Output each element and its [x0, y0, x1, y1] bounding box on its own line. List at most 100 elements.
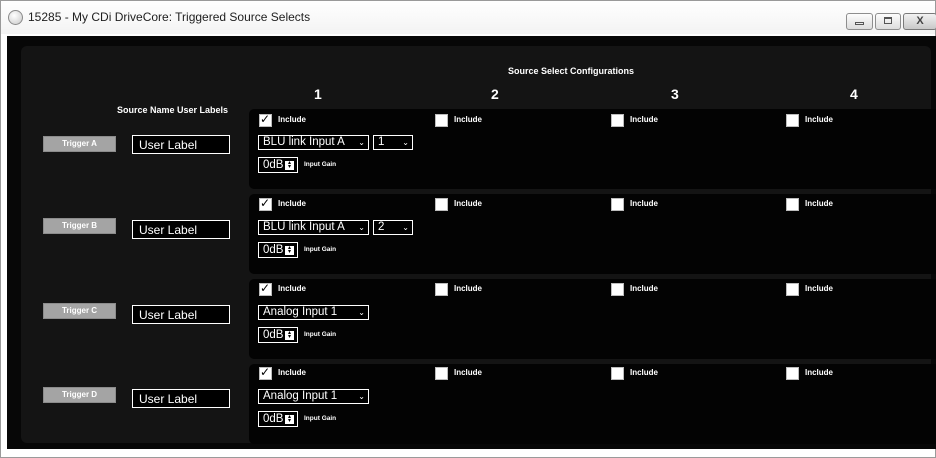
checkmark-icon: ✓ — [260, 365, 271, 379]
user-label-input-a[interactable] — [132, 135, 230, 154]
include-label: Include — [454, 115, 483, 124]
include-checkbox-b1[interactable]: ✓ Include — [259, 196, 307, 211]
checkbox-icon[interactable]: ✓ — [259, 365, 272, 380]
maximize-button[interactable] — [875, 13, 901, 30]
checkbox-icon[interactable]: ✓ — [259, 281, 272, 296]
source-value: BLU link Input A — [263, 221, 345, 233]
checkbox-icon[interactable] — [611, 114, 624, 127]
gain-stepper-a[interactable]: 0dB ▴ ▾ — [258, 157, 298, 173]
include-label: Include — [454, 368, 483, 377]
include-checkbox-a4[interactable]: Include — [786, 114, 833, 127]
checkbox-icon[interactable] — [435, 367, 448, 380]
include-checkbox-b3[interactable]: Include — [611, 198, 658, 211]
source-name-label: Source Name User Labels — [117, 105, 229, 115]
window-title: 15285 - My CDi DriveCore: Triggered Sour… — [28, 10, 311, 24]
include-label: Include — [630, 199, 659, 208]
source-dropdown-a[interactable]: BLU link Input A ⌄ — [258, 135, 369, 150]
gain-value: 0dB — [263, 159, 284, 171]
chevron-down-icon: ⌄ — [358, 138, 365, 147]
checkbox-icon[interactable] — [611, 198, 624, 211]
spinner-icon[interactable]: ▴ ▾ — [285, 160, 294, 170]
include-label: Include — [805, 199, 834, 208]
column-header-4: 4 — [850, 86, 858, 102]
checkbox-icon[interactable] — [786, 114, 799, 127]
source-value: BLU link Input A — [263, 136, 345, 148]
checkbox-icon[interactable] — [786, 367, 799, 380]
checkbox-icon[interactable] — [611, 367, 624, 380]
checkbox-icon[interactable]: ✓ — [259, 196, 272, 211]
user-label-input-c[interactable] — [132, 305, 230, 324]
app-window: 15285 - My CDi DriveCore: Triggered Sour… — [0, 0, 936, 458]
source-value: Analog Input 1 — [263, 390, 338, 402]
include-label: Include — [805, 284, 834, 293]
include-label: Include — [278, 284, 307, 293]
source-dropdown-b[interactable]: BLU link Input A ⌄ — [258, 220, 369, 235]
checkbox-icon[interactable] — [786, 283, 799, 296]
include-label: Include — [278, 199, 307, 208]
app-icon — [8, 10, 23, 25]
checkbox-icon[interactable] — [611, 283, 624, 296]
column-header-1: 1 — [314, 86, 322, 102]
source-value: Analog Input 1 — [263, 306, 338, 318]
spinner-icon[interactable]: ▴ ▾ — [285, 245, 294, 255]
include-checkbox-d2[interactable]: Include — [435, 367, 482, 380]
include-label: Include — [278, 368, 307, 377]
source-dropdown-d[interactable]: Analog Input 1 ⌄ — [258, 389, 369, 404]
trigger-c-button[interactable]: Trigger C — [43, 303, 116, 319]
checkmark-icon: ✓ — [260, 112, 271, 126]
gain-stepper-b[interactable]: 0dB ▴ ▾ — [258, 242, 298, 258]
checkbox-icon[interactable] — [435, 283, 448, 296]
include-checkbox-c1[interactable]: ✓ Include — [259, 281, 307, 296]
trigger-b-button[interactable]: Trigger B — [43, 218, 116, 234]
include-label: Include — [630, 368, 659, 377]
maximize-icon — [884, 17, 892, 24]
close-icon: X — [916, 15, 924, 27]
chevron-down-icon: ⌄ — [358, 392, 365, 401]
include-checkbox-c4[interactable]: Include — [786, 283, 833, 296]
include-label: Include — [278, 115, 307, 124]
trigger-d-button[interactable]: Trigger D — [43, 387, 116, 403]
include-checkbox-a2[interactable]: Include — [435, 114, 482, 127]
gain-value: 0dB — [263, 244, 284, 256]
trigger-a-button[interactable]: Trigger A — [43, 136, 116, 152]
include-checkbox-d4[interactable]: Include — [786, 367, 833, 380]
include-checkbox-a1[interactable]: ✓ Include — [259, 112, 307, 127]
checkbox-icon[interactable] — [786, 198, 799, 211]
spinner-icon[interactable]: ▴ ▾ — [285, 330, 294, 340]
include-checkbox-a3[interactable]: Include — [611, 114, 658, 127]
include-label: Include — [454, 199, 483, 208]
chevron-down-icon: ⌄ — [358, 308, 365, 317]
include-checkbox-d1[interactable]: ✓ Include — [259, 365, 307, 380]
include-checkbox-c3[interactable]: Include — [611, 283, 658, 296]
spinner-icon[interactable]: ▴ ▾ — [285, 414, 294, 424]
close-button[interactable]: X — [903, 13, 936, 30]
channel-value: 1 — [378, 136, 385, 148]
checkbox-icon[interactable] — [435, 114, 448, 127]
user-label-input-b[interactable] — [132, 220, 230, 239]
source-dropdown-c[interactable]: Analog Input 1 ⌄ — [258, 305, 369, 320]
input-gain-label: Input Gain — [304, 161, 337, 168]
checkbox-icon[interactable] — [435, 198, 448, 211]
include-label: Include — [630, 284, 659, 293]
input-gain-label: Input Gain — [304, 246, 337, 253]
channel-dropdown-a[interactable]: 1 ⌄ — [373, 135, 413, 150]
title-bar[interactable]: 15285 - My CDi DriveCore: Triggered Sour… — [1, 1, 936, 34]
input-gain-label: Input Gain — [304, 415, 337, 422]
input-gain-label: Input Gain — [304, 331, 337, 338]
include-checkbox-d3[interactable]: Include — [611, 367, 658, 380]
chevron-down-icon: ⌄ — [402, 138, 409, 147]
gain-stepper-c[interactable]: 0dB ▴ ▾ — [258, 327, 298, 343]
minimize-button[interactable] — [846, 13, 873, 30]
user-label-input-d[interactable] — [132, 389, 230, 408]
checkmark-icon: ✓ — [260, 281, 271, 295]
include-checkbox-b2[interactable]: Include — [435, 198, 482, 211]
include-label: Include — [630, 115, 659, 124]
checkmark-icon: ✓ — [260, 196, 271, 210]
channel-dropdown-b[interactable]: 2 ⌄ — [373, 220, 413, 235]
include-label: Include — [805, 115, 834, 124]
include-checkbox-c2[interactable]: Include — [435, 283, 482, 296]
checkbox-icon[interactable]: ✓ — [259, 112, 272, 127]
include-checkbox-b4[interactable]: Include — [786, 198, 833, 211]
include-label: Include — [454, 284, 483, 293]
gain-stepper-d[interactable]: 0dB ▴ ▾ — [258, 411, 298, 427]
